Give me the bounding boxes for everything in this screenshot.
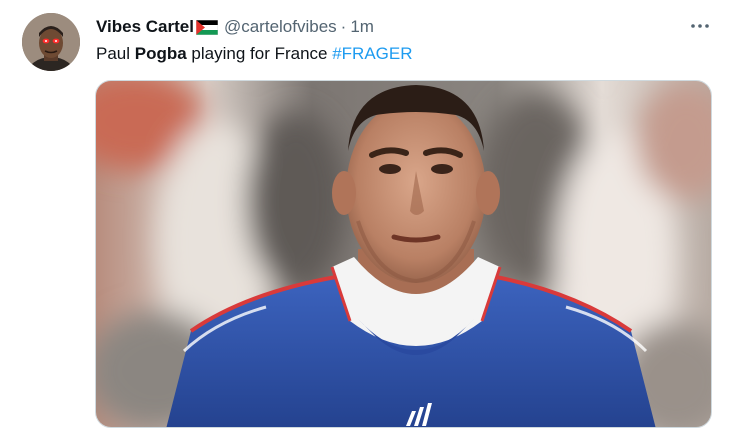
tweet-text-bold: Pogba	[134, 44, 187, 63]
tweet-header: Vibes Cartel @cartelofvibes · 1m	[96, 16, 374, 38]
separator-dot: ·	[340, 17, 347, 36]
more-options-icon	[691, 24, 709, 28]
more-options-button[interactable]	[686, 12, 714, 40]
tweet-text-part1: Paul	[96, 44, 135, 63]
user-handle[interactable]: @cartelofvibes	[224, 17, 337, 37]
palestine-flag-icon	[195, 19, 218, 35]
avatar-image	[22, 13, 80, 71]
avatar[interactable]	[22, 13, 80, 71]
tweet-media-photo[interactable]	[95, 80, 712, 428]
player-photo	[96, 81, 711, 427]
timestamp[interactable]: 1m	[350, 17, 374, 37]
hashtag-link[interactable]: #FRAGER	[332, 44, 412, 63]
tweet-text: Paul Pogba playing for France #FRAGER	[96, 44, 413, 66]
display-name[interactable]: Vibes Cartel	[96, 17, 194, 37]
tweet-text-part2: playing for France	[186, 44, 333, 63]
tweet-card[interactable]: Vibes Cartel @cartelofvibes · 1m Paul Po…	[0, 0, 740, 433]
